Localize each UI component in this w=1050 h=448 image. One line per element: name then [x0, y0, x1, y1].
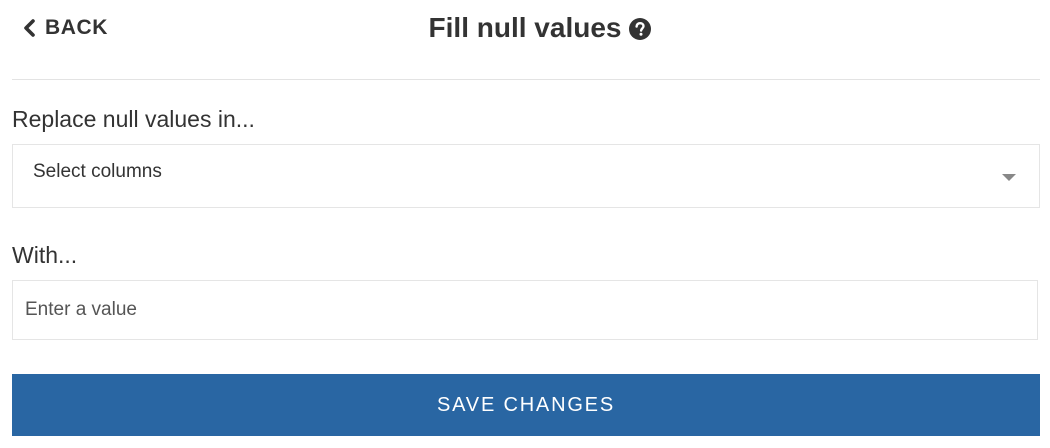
columns-select[interactable]: Select columns — [12, 144, 1040, 208]
save-changes-button[interactable]: SAVE CHANGES — [12, 374, 1040, 436]
columns-select-value: Select columns — [33, 161, 162, 182]
columns-label: Replace null values in... — [12, 106, 255, 132]
header: BACK Fill null values — [12, 0, 1040, 80]
page-title: Fill null values — [428, 12, 622, 43]
with-label: With... — [12, 242, 78, 268]
caret-down-icon — [1002, 174, 1016, 181]
value-input[interactable] — [12, 280, 1038, 340]
title-group: Fill null values — [12, 10, 1040, 46]
question-circle-icon[interactable] — [629, 18, 652, 40]
